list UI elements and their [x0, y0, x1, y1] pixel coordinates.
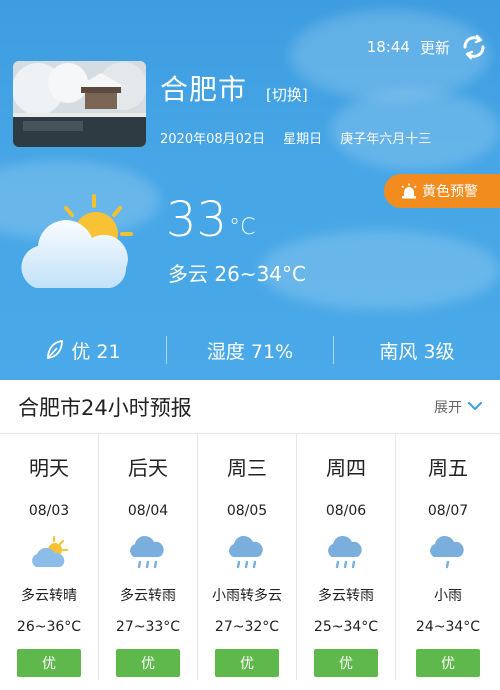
weekday-text: 星期日 — [283, 132, 323, 147]
forecast-day[interactable]: 周四 08/06 多云转雨 25~34°C 优 — [297, 434, 396, 680]
humidity-stat: 湿度 71% — [167, 337, 333, 364]
topbar: 18:44 更新 — [367, 33, 488, 61]
forecast-range: 27~33°C — [115, 619, 181, 635]
aqi-badge: 优 — [215, 649, 279, 677]
forecast-header: 合肥市24小时预报 展开 — [0, 380, 500, 434]
chevron-down-icon — [468, 402, 482, 410]
rain-cloud-icon — [130, 535, 164, 569]
forecast-day-name: 周四 — [326, 456, 366, 480]
humidity-text: 湿度 71% — [206, 340, 294, 363]
forecast-day[interactable]: 周五 08/07 小雨 24~34°C 优 — [396, 434, 500, 680]
clock-time: 18:44 — [366, 38, 410, 56]
stats-bar: 优 21 湿度 71% 南风 3级 — [0, 322, 500, 378]
wind-text: 南风 3级 — [379, 340, 455, 363]
forecast-desc: 多云转雨 — [120, 588, 176, 604]
forecast-day[interactable]: 后天 08/04 多云转雨 27~33°C 优 — [99, 434, 198, 680]
city-name: 合肥市 — [160, 73, 248, 106]
lunar-date-text: 庚子年六月十三 — [340, 132, 432, 147]
alert-label: 黄色预警 — [422, 184, 478, 200]
date-text: 2020年08月02日 — [160, 132, 266, 147]
forecast-day-name: 周五 — [428, 456, 468, 480]
leaf-icon — [47, 339, 64, 360]
wind-stat: 南风 3级 — [334, 337, 500, 364]
rain-cloud-icon — [328, 535, 362, 569]
forecast-desc: 小雨 — [434, 588, 462, 604]
aqi-badge: 优 — [314, 649, 378, 677]
forecast-range: 27~32°C — [214, 619, 280, 635]
forecast-title: 合肥市24小时预报 — [18, 395, 192, 420]
refresh-icon[interactable] — [460, 33, 488, 61]
city-photo — [13, 61, 146, 147]
forecast-day[interactable]: 周三 08/05 小雨转多云 27~32°C 优 — [198, 434, 297, 680]
partly-cloudy-icon — [21, 194, 133, 288]
aqi-badge: 优 — [116, 649, 180, 677]
rain-cloud-icon — [229, 535, 263, 569]
date-line: 2020年08月02日 星期日 庚子年六月十三 — [160, 128, 431, 147]
expand-label: 展开 — [434, 399, 462, 416]
forecast-range: 25~34°C — [313, 619, 379, 635]
forecast-day-name: 周三 — [227, 456, 267, 480]
temp-value: 33 — [166, 192, 228, 248]
forecast-day[interactable]: 明天 08/03 多云转晴 26~36°C 优 — [0, 434, 99, 680]
forecast-date: 08/03 — [28, 503, 70, 519]
forecast-day-name: 明天 — [29, 456, 69, 480]
forecast-range: 26~36°C — [16, 619, 82, 635]
forecast-list: 明天 08/03 多云转晴 26~36°C 优 后天 08/04 多云转雨 27… — [0, 434, 500, 680]
partly-cloudy-icon — [32, 536, 68, 567]
forecast-date: 08/05 — [226, 503, 268, 519]
forecast-date: 08/07 — [427, 503, 469, 519]
switch-city-link[interactable]: [切换] — [266, 84, 308, 105]
forecast-range: 24~34°C — [415, 619, 481, 635]
alert-badge[interactable]: 黄色预警 — [384, 174, 500, 208]
forecast-date: 08/06 — [325, 503, 367, 519]
current-temperature: 33°C — [166, 192, 255, 248]
temp-unit: °C — [229, 215, 256, 240]
alarm-icon — [401, 183, 417, 199]
aqi-badge: 优 — [17, 649, 81, 677]
forecast-desc: 多云转雨 — [318, 588, 374, 604]
forecast-desc: 小雨转多云 — [212, 588, 282, 604]
refresh-label[interactable]: 更新 — [420, 37, 450, 58]
forecast-desc: 多云转晴 — [21, 588, 77, 604]
aqi-badge: 优 — [416, 649, 480, 677]
expand-button[interactable]: 展开 — [434, 397, 482, 417]
weather-hero: 18:44 更新 合肥市 [切换] 2020年08月02日 星期日 庚子年六月十… — [0, 0, 500, 380]
current-condition: 多云 26~34°C — [168, 262, 306, 286]
aqi-text: 优 21 — [71, 340, 121, 363]
forecast-date: 08/04 — [127, 503, 169, 519]
light-rain-icon — [430, 535, 464, 569]
aqi-stat[interactable]: 优 21 — [0, 337, 166, 364]
forecast-day-name: 后天 — [128, 456, 168, 480]
